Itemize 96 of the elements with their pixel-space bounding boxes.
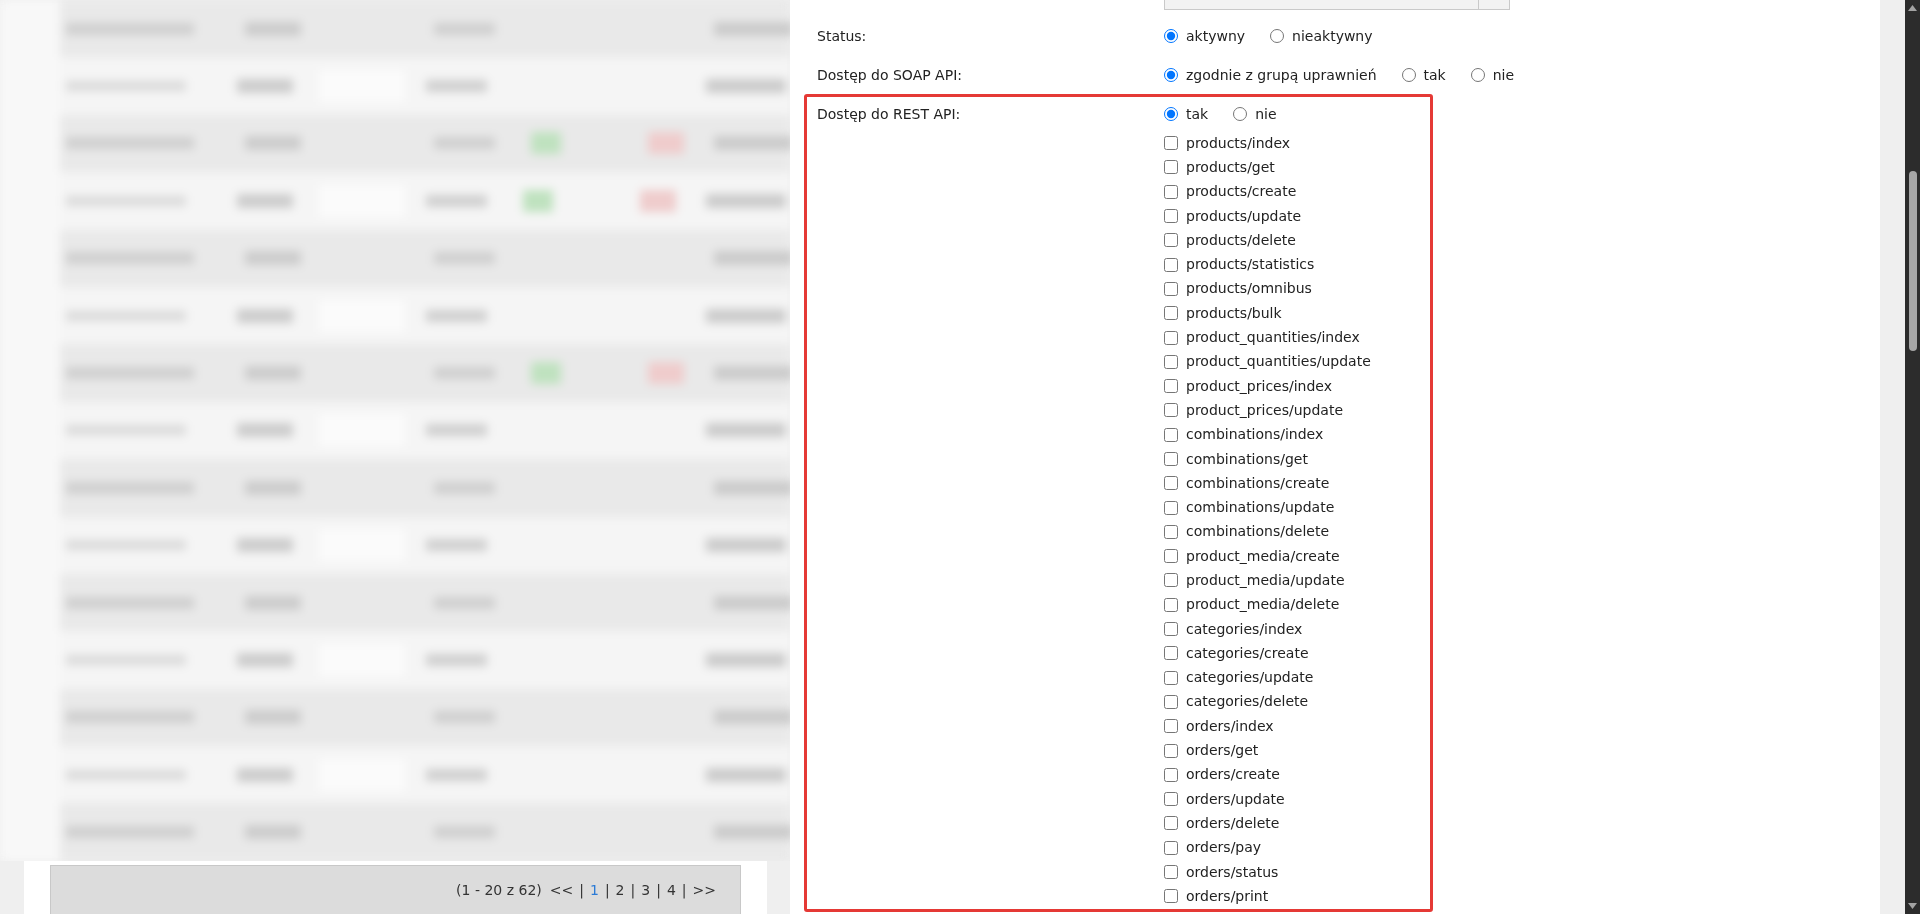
last-page-link[interactable]: >> (692, 879, 716, 901)
checkbox[interactable] (1164, 500, 1178, 515)
radio-button[interactable] (1401, 68, 1416, 82)
checkbox-label: combinations/update (1186, 498, 1335, 518)
field-label: Dostęp do SOAP API: (817, 65, 962, 85)
checkbox[interactable] (1164, 209, 1178, 224)
checkbox-label: orders/index (1186, 716, 1274, 736)
checkbox[interactable] (1164, 865, 1178, 880)
checkbox[interactable] (1164, 184, 1178, 199)
checkbox-label: orders/create (1186, 765, 1280, 785)
checkbox-label: product_prices/index (1186, 376, 1332, 396)
checkbox[interactable] (1164, 694, 1178, 709)
page-link[interactable]: 4 (666, 879, 676, 901)
radio-button[interactable] (1164, 68, 1178, 82)
checkbox[interactable] (1164, 379, 1178, 394)
checkbox[interactable] (1164, 792, 1178, 807)
first-page-link[interactable]: << (549, 879, 574, 901)
pagination-separator: | (681, 880, 687, 901)
page-link[interactable]: 2 (615, 879, 625, 901)
checkbox-label: combinations/delete (1186, 522, 1330, 542)
checkbox-label: categories/delete (1186, 692, 1309, 712)
checkbox[interactable] (1164, 136, 1178, 151)
radio-label: tak (1423, 65, 1446, 85)
checkbox[interactable] (1164, 767, 1178, 782)
checkbox[interactable] (1164, 743, 1178, 758)
pagination-separator: | (604, 880, 610, 901)
checkbox[interactable] (1164, 452, 1178, 466)
radio-button[interactable] (1470, 68, 1485, 82)
checkbox[interactable] (1164, 622, 1178, 637)
checkbox-label: combinations/index (1186, 425, 1324, 445)
checkbox-label: products/delete (1186, 230, 1296, 250)
radio-button[interactable] (1164, 29, 1178, 43)
checkbox[interactable] (1164, 306, 1178, 321)
checkbox-label: products/create (1186, 182, 1297, 202)
checkbox[interactable] (1164, 257, 1178, 272)
scroll-down-icon[interactable] (1908, 903, 1917, 909)
checkbox[interactable] (1164, 670, 1178, 685)
checkbox[interactable] (1164, 524, 1178, 539)
checkbox[interactable] (1164, 354, 1178, 369)
checkbox[interactable] (1164, 549, 1178, 564)
radio-label: zgodnie z grupą uprawnień (1186, 65, 1377, 85)
checkbox-label: orders/delete (1186, 813, 1280, 833)
checkbox-label: product_quantities/index (1186, 328, 1360, 347)
checkbox-label: orders/print (1186, 886, 1269, 906)
checkbox-label: orders/pay (1186, 838, 1262, 858)
checkbox-label: products/omnibus (1186, 279, 1312, 299)
checkbox-label: product_prices/update (1186, 400, 1344, 420)
page-link[interactable]: 3 (641, 879, 651, 901)
checkbox[interactable] (1164, 816, 1178, 831)
checkbox-label: product_media/update (1186, 571, 1345, 590)
checkbox-label: combinations/get (1186, 449, 1308, 469)
checkbox-label: orders/get (1186, 741, 1259, 761)
checkbox-label: products/statistics (1186, 255, 1315, 275)
checkbox-label: products/get (1186, 157, 1275, 177)
radio-label: tak (1186, 104, 1209, 124)
radio-label: nieaktywny (1292, 26, 1373, 46)
scrollbar-thumb[interactable] (1908, 171, 1917, 351)
checkbox-label: product_quantities/update (1186, 352, 1371, 372)
checkbox[interactable] (1164, 476, 1178, 491)
scroll-up-icon[interactable] (1908, 5, 1917, 11)
radio-label: nie (1492, 65, 1515, 85)
checkbox-label: products/update (1186, 206, 1302, 226)
checkbox-label: combinations/create (1186, 473, 1330, 493)
checkbox[interactable] (1164, 330, 1178, 345)
radio-label: aktywny (1186, 26, 1246, 46)
checkbox[interactable] (1164, 403, 1178, 418)
checkbox-label: orders/update (1186, 789, 1285, 809)
checkbox-label: products/index (1186, 133, 1291, 153)
checkbox-label: categories/create (1186, 643, 1309, 663)
radio-button[interactable] (1233, 107, 1248, 121)
checkbox[interactable] (1164, 160, 1178, 175)
checkbox-label: categories/index (1186, 619, 1303, 639)
radio-button[interactable] (1164, 107, 1178, 121)
checkbox-label: product_media/create (1186, 546, 1340, 566)
pagination-separator: | (630, 880, 636, 901)
pagination-separator: | (656, 880, 661, 901)
field-label: Dostęp do REST API: (817, 104, 961, 124)
checkbox-label: product_media/delete (1186, 595, 1340, 615)
field-label: Status: (817, 26, 867, 46)
checkbox[interactable] (1164, 840, 1178, 855)
checkbox[interactable] (1164, 281, 1178, 296)
pagination-separator: | (579, 880, 584, 901)
checkbox[interactable] (1164, 427, 1178, 442)
input-field[interactable] (1164, 0, 1510, 10)
checkbox[interactable] (1164, 646, 1178, 661)
checkbox-label: orders/status (1186, 862, 1279, 882)
radio-label: nie (1255, 104, 1277, 124)
checkbox-label: categories/update (1186, 668, 1314, 688)
checkbox[interactable] (1164, 719, 1178, 734)
checkbox[interactable] (1164, 573, 1178, 588)
pagination-summary: (1 - 20 z 62) (456, 880, 542, 900)
checkbox[interactable] (1164, 597, 1178, 612)
checkbox-label: products/bulk (1186, 303, 1282, 323)
checkbox[interactable] (1164, 233, 1178, 248)
radio-button[interactable] (1270, 29, 1285, 43)
checkbox[interactable] (1164, 889, 1178, 904)
